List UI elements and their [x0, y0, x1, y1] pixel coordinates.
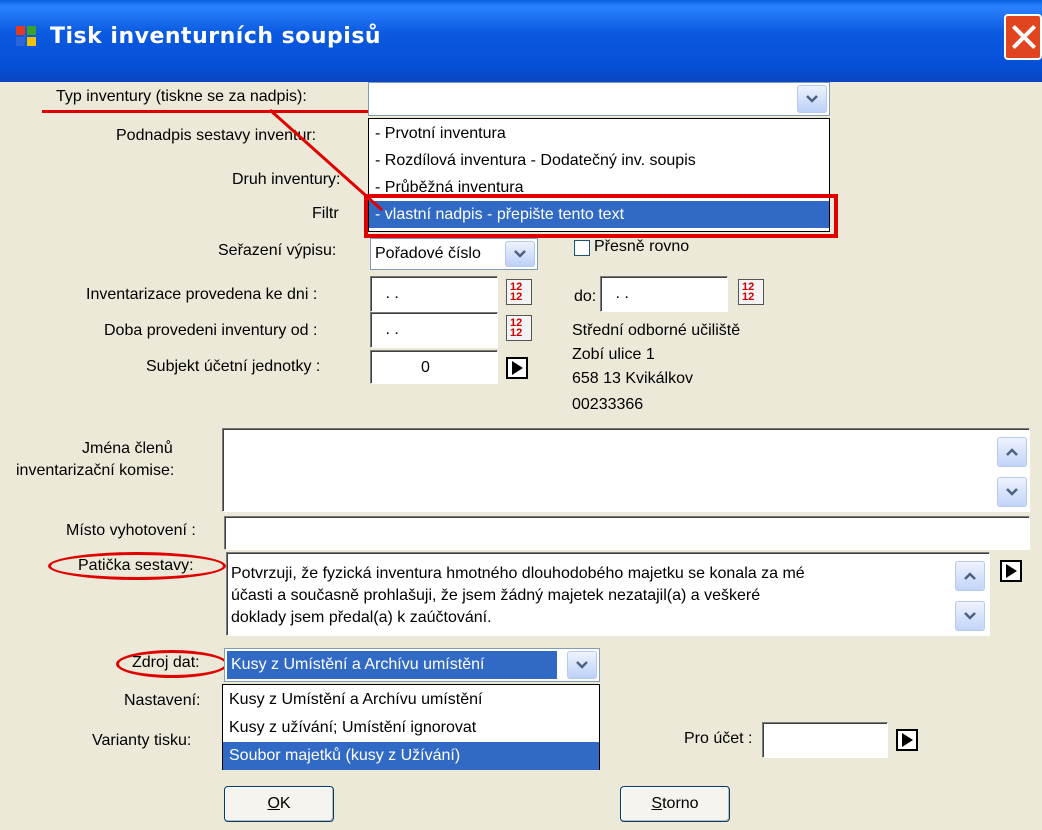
- dropdown-option[interactable]: - Prvotní inventura: [369, 120, 829, 147]
- presne-rovno-label: Přesně rovno: [594, 238, 690, 255]
- calendar-icon[interactable]: 12 12: [738, 279, 764, 305]
- title-bar: Tisk inventurních soupisů: [0, 0, 1042, 82]
- varianty-label: Varianty tisku:: [92, 732, 192, 749]
- do-label: do:: [574, 288, 597, 305]
- scroll-up-icon[interactable]: [955, 561, 985, 591]
- typ-inventury-label: Typ inventury (tiskne se za nadpis):: [56, 88, 307, 105]
- annotation-box: [364, 194, 838, 238]
- doba-label: Doba provedeni inventury od :: [104, 322, 318, 339]
- presne-rovno-checkbox[interactable]: [574, 240, 590, 256]
- misto-input[interactable]: [224, 516, 1030, 550]
- app-icon: [16, 26, 38, 48]
- storno-button[interactable]: Storno: [620, 786, 730, 822]
- subjekt-label: Subjekt účetní jednotky :: [146, 358, 321, 375]
- nastaveni-label: Nastavení:: [124, 692, 201, 709]
- filtr-label: Filtr: [312, 205, 339, 222]
- calendar-icon[interactable]: 12 12: [506, 279, 532, 305]
- pro-ucet-input[interactable]: [762, 722, 888, 758]
- dropdown-option[interactable]: - Rozdílová inventura - Dodatečný inv. s…: [369, 147, 829, 174]
- pro-ucet-label: Pro účet :: [684, 730, 753, 747]
- do-input[interactable]: . .: [600, 276, 728, 312]
- serazeni-combo[interactable]: Pořadové číslo: [370, 238, 538, 270]
- podnadpis-label: Podnadpis sestavy inventur:: [116, 127, 317, 144]
- window-title: Tisk inventurních soupisů: [50, 24, 382, 49]
- paticka-textarea[interactable]: Potvrzuji, že fyzická inventura hmotného…: [226, 552, 990, 636]
- org-city: 658 13 Kvikálkov: [572, 370, 693, 387]
- serazeni-label: Seřazení výpisu:: [218, 242, 337, 259]
- misto-label: Místo vyhotovení :: [66, 522, 196, 539]
- chevron-down-icon[interactable]: [797, 85, 827, 113]
- scroll-down-icon[interactable]: [997, 477, 1027, 507]
- dropdown-option[interactable]: Kusy z Umístění a Archívu umístění: [223, 686, 599, 714]
- typ-inventury-combo[interactable]: [368, 82, 830, 116]
- ke-dni-input[interactable]: . .: [370, 276, 498, 312]
- scroll-down-icon[interactable]: [955, 601, 985, 631]
- org-name: Střední odborné učiliště: [572, 322, 741, 339]
- close-button[interactable]: [1004, 14, 1042, 60]
- chevron-down-icon[interactable]: [505, 241, 535, 267]
- jmena-label-1: Jména členů: [82, 440, 173, 457]
- zdroj-combo[interactable]: Kusy z Umístění a Archívu umístění: [224, 648, 600, 682]
- dropdown-option[interactable]: Soubor majetků (kusy z Užívání): [223, 742, 599, 770]
- subjekt-input[interactable]: 0: [370, 350, 498, 384]
- jmena-label-2: inventarizační komise:: [16, 462, 175, 479]
- calendar-icon[interactable]: 12 12: [506, 315, 532, 341]
- doba-input[interactable]: . .: [370, 312, 498, 348]
- play-arrow-icon[interactable]: [896, 729, 918, 751]
- ke-dni-label: Inventarizace provedena ke dni :: [86, 286, 318, 303]
- zdroj-dropdown-list[interactable]: Kusy z Umístění a Archívu umístění Kusy z…: [222, 684, 600, 770]
- zdroj-label: Zdroj dat:: [132, 654, 200, 671]
- org-ico: 00233366: [572, 396, 644, 413]
- scroll-up-icon[interactable]: [997, 437, 1027, 467]
- org-street: Zobí ulice 1: [572, 346, 655, 363]
- play-arrow-icon[interactable]: [1000, 560, 1022, 582]
- annotation-underline: [42, 110, 372, 113]
- paticka-label: Patička sestavy:: [78, 557, 194, 574]
- chevron-down-icon[interactable]: [567, 651, 597, 679]
- dropdown-option[interactable]: Kusy z užívání; Umístění ignorovat: [223, 714, 599, 742]
- druh-inventury-label: Druh inventury:: [232, 171, 341, 188]
- ok-button[interactable]: OK: [224, 786, 334, 822]
- jmena-textarea[interactable]: [222, 428, 1030, 512]
- play-arrow-icon[interactable]: [506, 357, 528, 379]
